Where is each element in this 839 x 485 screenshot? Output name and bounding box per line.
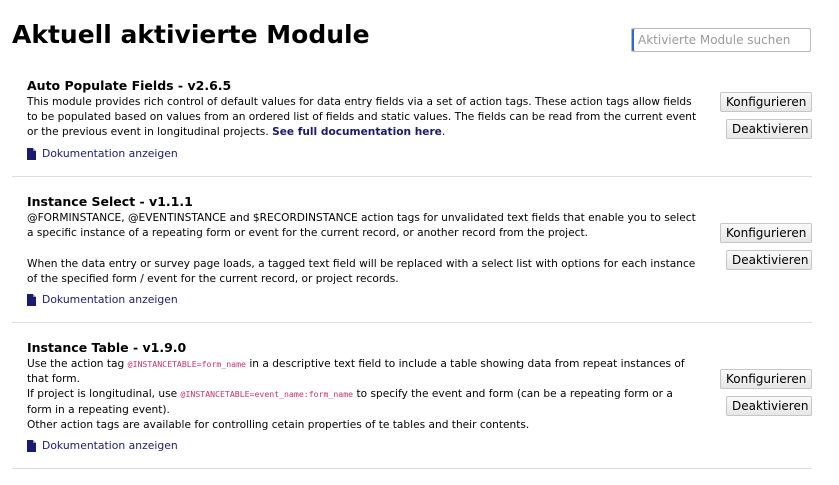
module-instance-table: Instance Table - v1.9.0 Use the action t… <box>12 322 812 469</box>
deactivate-button[interactable]: Deaktivieren <box>726 396 812 416</box>
module-auto-populate-fields: Auto Populate Fields - v2.6.5 This modul… <box>12 70 812 177</box>
file-icon <box>27 293 36 306</box>
documentation-link-label: Dokumentation anzeigen <box>42 147 178 160</box>
documentation-link-label: Dokumentation anzeigen <box>42 293 178 306</box>
configure-button[interactable]: Konfigurieren <box>720 223 812 243</box>
documentation-link[interactable]: Dokumentation anzeigen <box>27 439 178 452</box>
action-tag-code: @INSTANCETABLE=event_name:form_name <box>180 389 354 400</box>
documentation-link[interactable]: Dokumentation anzeigen <box>27 293 178 306</box>
page-title: Aktuell aktivierte Module <box>12 20 370 49</box>
full-documentation-link[interactable]: See full documentation here <box>272 126 442 138</box>
module-title: Auto Populate Fields - v2.6.5 <box>27 78 232 93</box>
configure-button[interactable]: Konfigurieren <box>720 92 812 112</box>
deactivate-button[interactable]: Deaktivieren <box>726 119 812 139</box>
configure-button[interactable]: Konfigurieren <box>720 369 812 389</box>
module-title: Instance Table - v1.9.0 <box>27 340 187 355</box>
module-title: Instance Select - v1.1.1 <box>27 194 193 209</box>
documentation-link[interactable]: Dokumentation anzeigen <box>27 147 178 160</box>
module-description: @FORMINSTANCE, @EVENTINSTANCE and $RECOR… <box>27 212 696 285</box>
deactivate-button[interactable]: Deaktivieren <box>726 250 812 270</box>
module-instance-select: Instance Select - v1.1.1 @FORMINSTANCE, … <box>12 176 812 323</box>
module-search-input[interactable] <box>631 28 811 52</box>
module-description: This module provides rich control of def… <box>27 96 697 139</box>
action-tag-code: @INSTANCETABLE=form_name <box>127 359 246 369</box>
module-description: Use the action tag @INSTANCETABLE=form_n… <box>27 358 685 431</box>
file-icon <box>27 147 36 160</box>
documentation-link-label: Dokumentation anzeigen <box>42 439 178 452</box>
file-icon <box>27 439 36 452</box>
